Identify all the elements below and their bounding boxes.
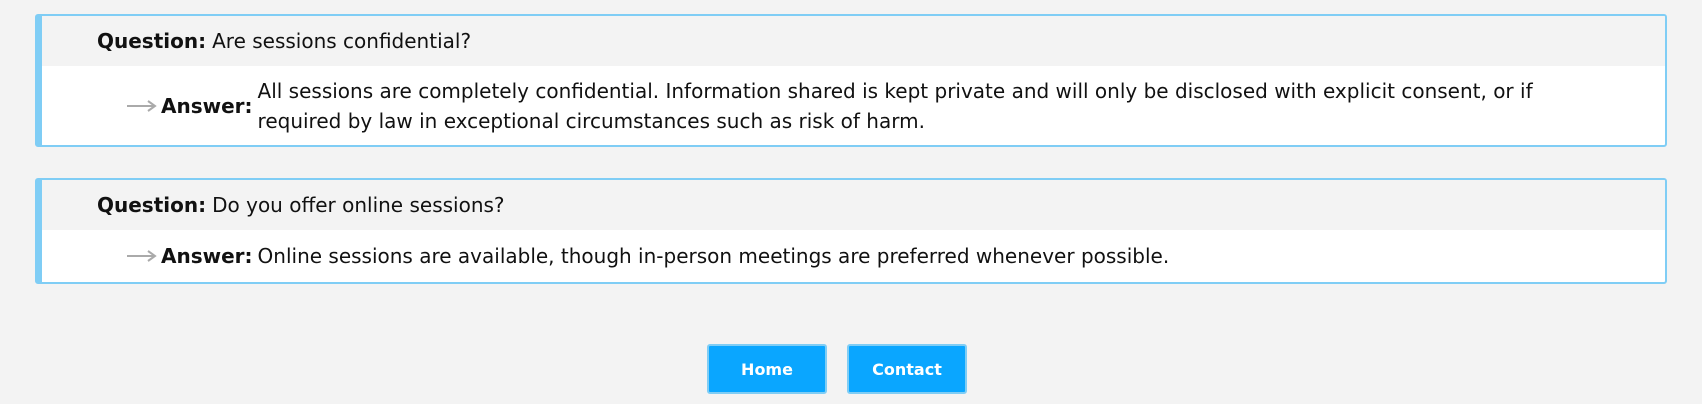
question-label: Question: [97, 29, 207, 53]
faq-answer: Answer: All sessions are completely conf… [42, 66, 1665, 145]
question-text: Do you offer online sessions? [212, 193, 505, 217]
answer-label: Answer: [161, 93, 253, 118]
faq-item: Question: Do you offer online sessions? … [35, 178, 1667, 284]
faq-page: Question: Are sessions confidential? Ans… [0, 0, 1702, 404]
faq-question: Question: Do you offer online sessions? [42, 180, 1665, 230]
question-label: Question: [97, 193, 207, 217]
home-button[interactable]: Home [707, 344, 827, 394]
bottom-nav: Home Contact [0, 344, 1702, 394]
contact-button[interactable]: Contact [847, 344, 967, 394]
answer-text: All sessions are completely confidential… [257, 78, 1533, 133]
faq-question: Question: Are sessions confidential? [42, 16, 1665, 66]
arrow-right-icon [127, 96, 157, 116]
answer-text: Online sessions are available, though in… [257, 244, 1170, 268]
answer-label: Answer: [161, 244, 253, 268]
faq-item: Question: Are sessions confidential? Ans… [35, 14, 1667, 147]
arrow-right-icon [127, 246, 157, 266]
question-text: Are sessions confidential? [212, 29, 472, 53]
faq-answer: Answer: Online sessions are available, t… [42, 230, 1665, 282]
